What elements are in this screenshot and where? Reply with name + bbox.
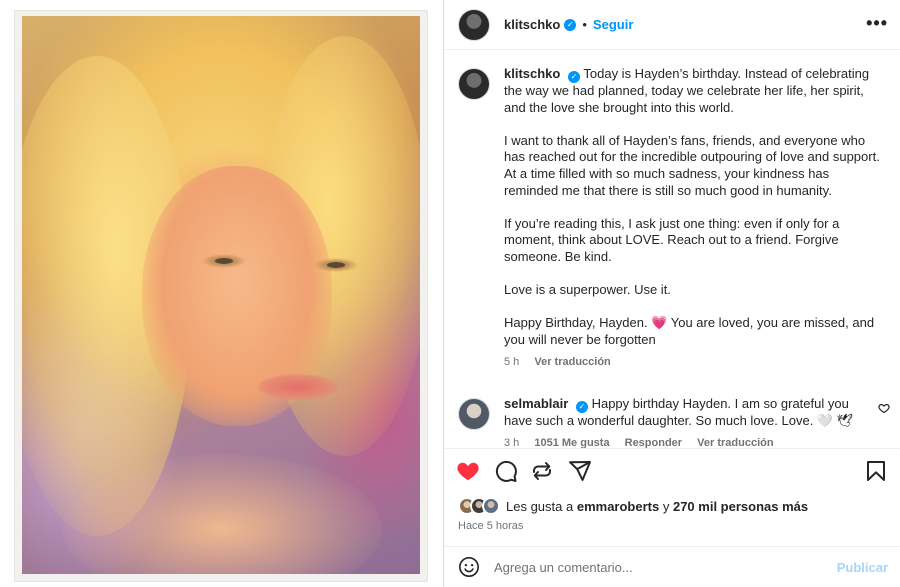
comment-likes-link[interactable]: 1051 Me gusta (534, 437, 609, 448)
follow-button[interactable]: Seguir (593, 17, 633, 32)
see-translation-link[interactable]: Ver traducción (534, 356, 610, 368)
comment-author[interactable]: selmablair (504, 396, 568, 411)
see-translation-link[interactable]: Ver traducción (697, 437, 773, 448)
likes-summary: Les gusta a emmaroberts y 270 mil person… (458, 497, 808, 515)
bookmark-icon[interactable] (864, 459, 888, 483)
more-options-icon[interactable]: ••• (866, 13, 888, 34)
comment-icon[interactable] (494, 459, 518, 483)
caption-paragraph: Happy Birthday, Hayden. 💗 You are loved,… (504, 315, 875, 347)
post-dialog: klitschko ✓ • Seguir ••• klitschko ✓ Tod… (0, 0, 900, 587)
caption-author-avatar[interactable] (458, 68, 490, 100)
comment-meta: 3 h 1051 Me gusta Responder Ver traducci… (504, 435, 880, 448)
caption-paragraph: Love is a superpower. Use it. (504, 282, 671, 298)
comment-row: selmablair ✓ Happy birthday Hayden. I am… (444, 388, 900, 448)
publish-button[interactable]: Publicar (837, 560, 888, 575)
comment-body: selmablair ✓ Happy birthday Hayden. I am… (504, 396, 880, 448)
post-timestamp[interactable]: Hace 5 horas (458, 520, 523, 532)
caption-body: klitschko ✓ Today is Hayden’s birthday. … (504, 66, 880, 370)
caption-paragraph: If you’re reading this, I ask just one t… (504, 215, 840, 264)
author-username[interactable]: klitschko (504, 17, 560, 32)
emoji-icon[interactable] (458, 556, 480, 578)
action-bar (444, 448, 900, 494)
comments-list[interactable]: klitschko ✓ Today is Hayden’s birthday. … (444, 58, 900, 448)
author-avatar[interactable] (458, 8, 490, 41)
repost-icon[interactable] (530, 459, 554, 483)
comment-time[interactable]: 3 h (504, 437, 519, 448)
caption-time[interactable]: 5 h (504, 356, 519, 368)
post-header: klitschko ✓ • Seguir ••• (444, 0, 900, 50)
verified-icon: ✓ (564, 18, 577, 31)
caption-author[interactable]: klitschko (504, 66, 560, 81)
share-icon[interactable] (568, 459, 592, 483)
verified-icon: ✓ (575, 401, 588, 414)
likes-prefix: Les gusta a (506, 498, 574, 514)
caption-row: klitschko ✓ Today is Hayden’s birthday. … (444, 58, 900, 370)
likes-text: Les gusta a emmaroberts y 270 mil person… (506, 499, 808, 514)
comment-composer: Publicar (444, 546, 900, 587)
liker-avatar[interactable] (482, 497, 500, 515)
heart-icon[interactable] (456, 459, 480, 483)
reply-link[interactable]: Responder (625, 437, 682, 448)
post-image[interactable] (22, 16, 420, 574)
caption-meta: 5 h Ver traducción (504, 354, 880, 371)
liker-username[interactable]: emmaroberts (577, 499, 659, 514)
likes-count-link[interactable]: 270 mil personas más (673, 499, 808, 514)
verified-icon: ✓ (567, 71, 580, 83)
small-heart-icon[interactable] (878, 402, 890, 414)
caption-paragraph: I want to thank all of Hayden’s fans, fr… (504, 132, 880, 198)
separator-dot: • (582, 17, 587, 32)
photo-pane (0, 0, 444, 587)
comment-input[interactable] (494, 559, 814, 575)
photo-frame (14, 10, 428, 582)
commenter-avatar[interactable] (458, 398, 490, 431)
post-side-panel: klitschko ✓ • Seguir ••• klitschko ✓ Tod… (444, 0, 900, 587)
likes-conj: y (662, 498, 670, 514)
